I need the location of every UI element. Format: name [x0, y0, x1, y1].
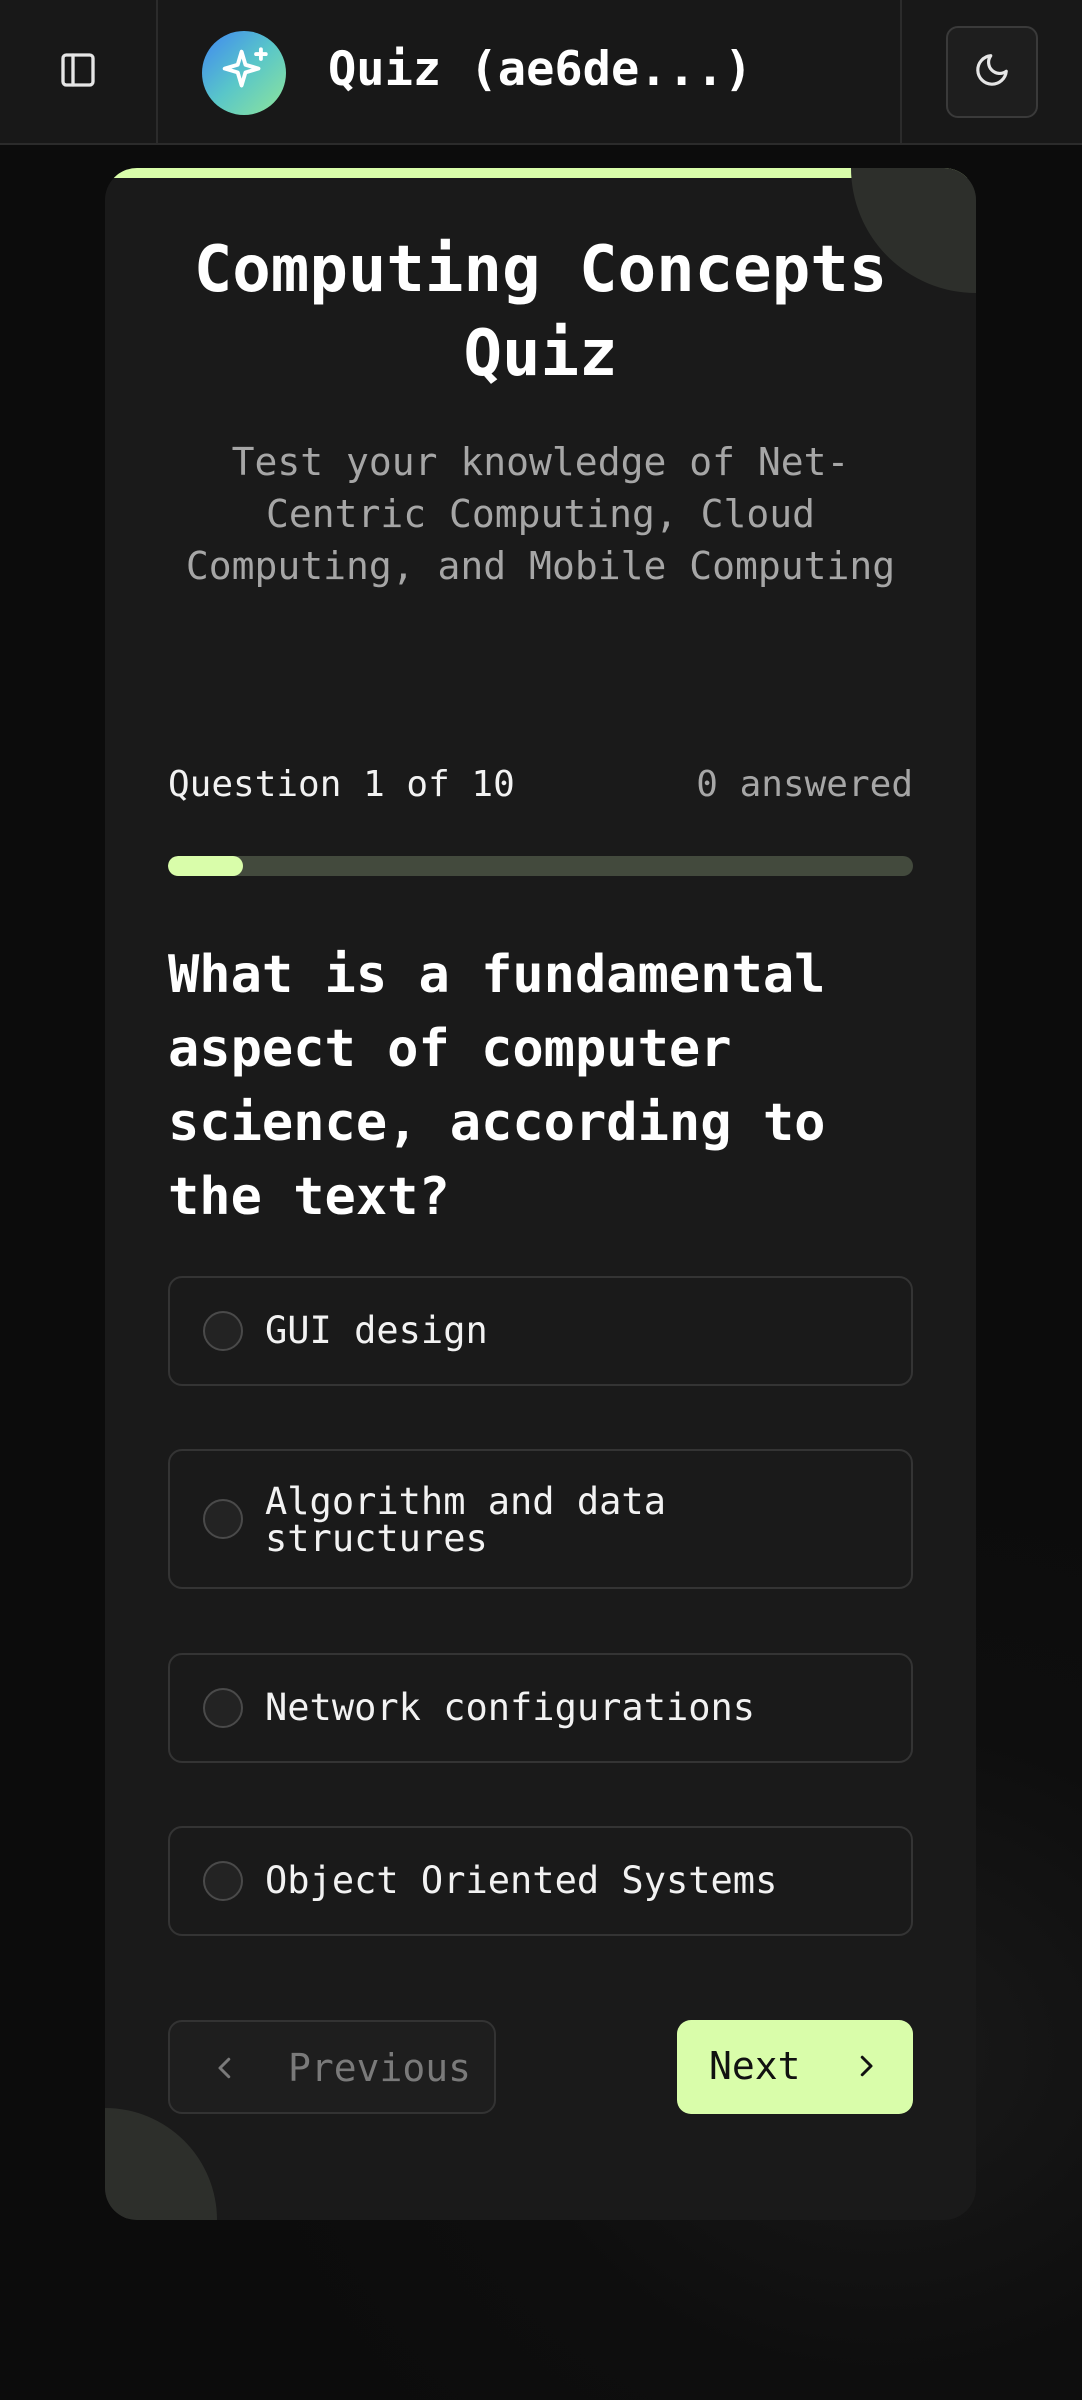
answer-option[interactable]: Algorithm and data structures — [168, 1449, 913, 1589]
app-header: Quiz (ae6de...) — [0, 0, 1082, 145]
quiz-title: Computing Concepts Quiz — [193, 233, 888, 391]
answer-option[interactable]: Object Oriented Systems — [168, 1826, 913, 1936]
sidebar-toggle-button[interactable] — [0, 0, 158, 143]
sparkle-icon — [215, 42, 273, 104]
answer-option-label: Algorithm and data structures — [265, 1480, 666, 1560]
previous-button[interactable]: Previous — [168, 2020, 496, 2114]
theme-toggle-button[interactable] — [946, 26, 1038, 118]
moon-icon — [973, 51, 1011, 93]
answer-option-label: Object Oriented Systems — [265, 1859, 778, 1902]
progress-fill — [168, 856, 243, 876]
header-divider — [900, 0, 902, 143]
chevron-right-icon — [851, 2051, 881, 2085]
progress-bar — [168, 856, 913, 876]
answer-option[interactable]: Network configurations — [168, 1653, 913, 1763]
corner-decoration — [105, 2108, 217, 2220]
sidebar-panel-icon — [58, 50, 98, 94]
answer-option-label: GUI design — [265, 1309, 488, 1352]
radio-button[interactable] — [203, 1311, 243, 1351]
answer-option-label: Network configurations — [265, 1686, 756, 1729]
quiz-panel: Computing Concepts Quiz Test your knowle… — [105, 168, 976, 2220]
next-button[interactable]: Next — [677, 2020, 913, 2114]
question-text: What is a fundamental aspect of computer… — [168, 945, 826, 1227]
question-counter: Question 1 of 10 — [168, 764, 515, 805]
app-title: Quiz (ae6de...) — [328, 42, 753, 97]
answered-count: 0 answered — [696, 764, 913, 805]
radio-button[interactable] — [203, 1688, 243, 1728]
card-accent-bar — [105, 168, 976, 178]
previous-button-label: Previous — [288, 2046, 472, 2090]
next-button-label: Next — [709, 2044, 801, 2088]
quiz-subtitle: Test your knowledge of Net-Centric Compu… — [185, 440, 896, 588]
answer-option[interactable]: GUI design — [168, 1276, 913, 1386]
chevron-left-icon — [210, 2053, 240, 2087]
app-logo — [202, 31, 286, 115]
radio-button[interactable] — [203, 1499, 243, 1539]
radio-button[interactable] — [203, 1861, 243, 1901]
